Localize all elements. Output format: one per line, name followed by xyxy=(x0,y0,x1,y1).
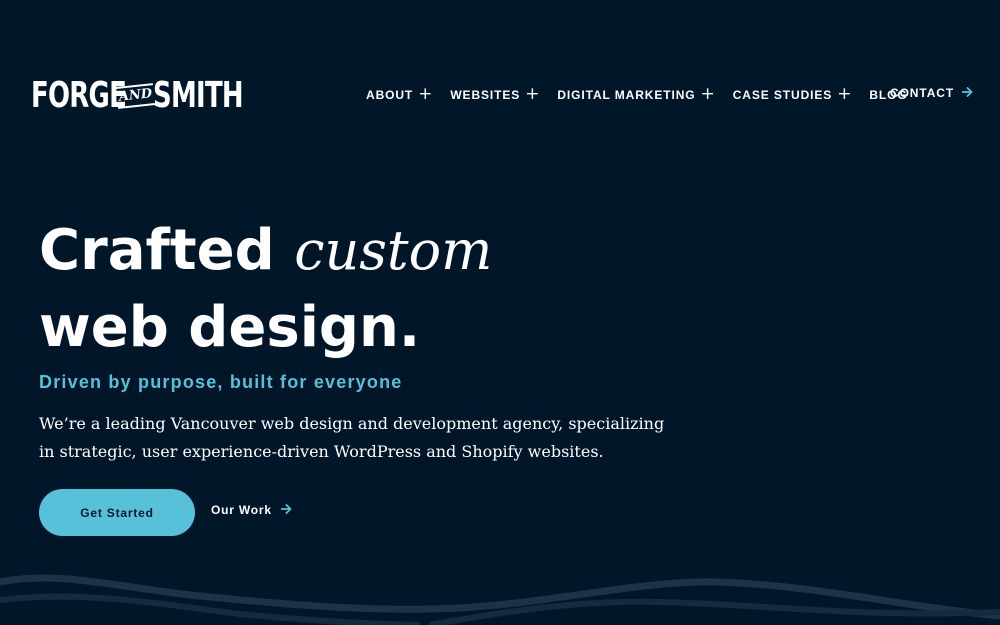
logo-smith-text: SMITH xyxy=(153,75,244,116)
main-nav: ABOUT + WEBSITES + DIGITAL MARKETING + C… xyxy=(366,83,908,104)
nav-item-case-studies[interactable]: CASE STUDIES + xyxy=(732,83,853,104)
nav-item-digital-marketing[interactable]: DIGITAL MARKETING + xyxy=(557,83,716,104)
hero-intro-text: We’re a leading Vancouver web design and… xyxy=(39,414,665,461)
hero-title: Crafted custom web design. xyxy=(39,212,492,366)
hero-title-line-1: Crafted custom xyxy=(39,212,492,289)
arrow-right-icon xyxy=(280,503,292,517)
hero-tagline: Driven by purpose, built for everyone xyxy=(39,372,403,392)
hero-title-emphasis: custom xyxy=(294,219,493,282)
logo-and-badge: AND xyxy=(116,83,156,109)
nav-item-about[interactable]: ABOUT + xyxy=(366,83,434,104)
decorative-waves xyxy=(0,574,1000,625)
plus-icon: + xyxy=(525,83,541,104)
nav-item-label: DIGITAL MARKETING xyxy=(557,88,696,102)
get-started-button[interactable]: Get Started xyxy=(39,489,195,536)
nav-item-label: WEBSITES xyxy=(450,88,521,102)
nav-item-label: ABOUT xyxy=(366,88,414,102)
hero-title-line-2: web design. xyxy=(39,295,421,360)
logo-forge-text: FORGE xyxy=(31,75,127,116)
our-work-link[interactable]: Our Work xyxy=(211,503,292,517)
plus-icon: + xyxy=(418,83,434,104)
nav-item-websites[interactable]: WEBSITES + xyxy=(450,83,541,104)
arrow-right-icon xyxy=(961,86,973,100)
contact-label: CONTACT xyxy=(890,86,955,100)
nav-contact-link[interactable]: CONTACT xyxy=(890,86,973,100)
our-work-label: Our Work xyxy=(211,503,272,517)
site-header: FORGE AND SMITH ABOUT + WEBSITES + DIGIT… xyxy=(0,0,1000,190)
nav-item-label: CASE STUDIES xyxy=(732,88,833,102)
plus-icon: + xyxy=(837,83,853,104)
hero-title-word: Crafted xyxy=(39,218,275,283)
plus-icon: + xyxy=(700,83,716,104)
brand-logo[interactable]: FORGE AND SMITH xyxy=(31,75,244,116)
